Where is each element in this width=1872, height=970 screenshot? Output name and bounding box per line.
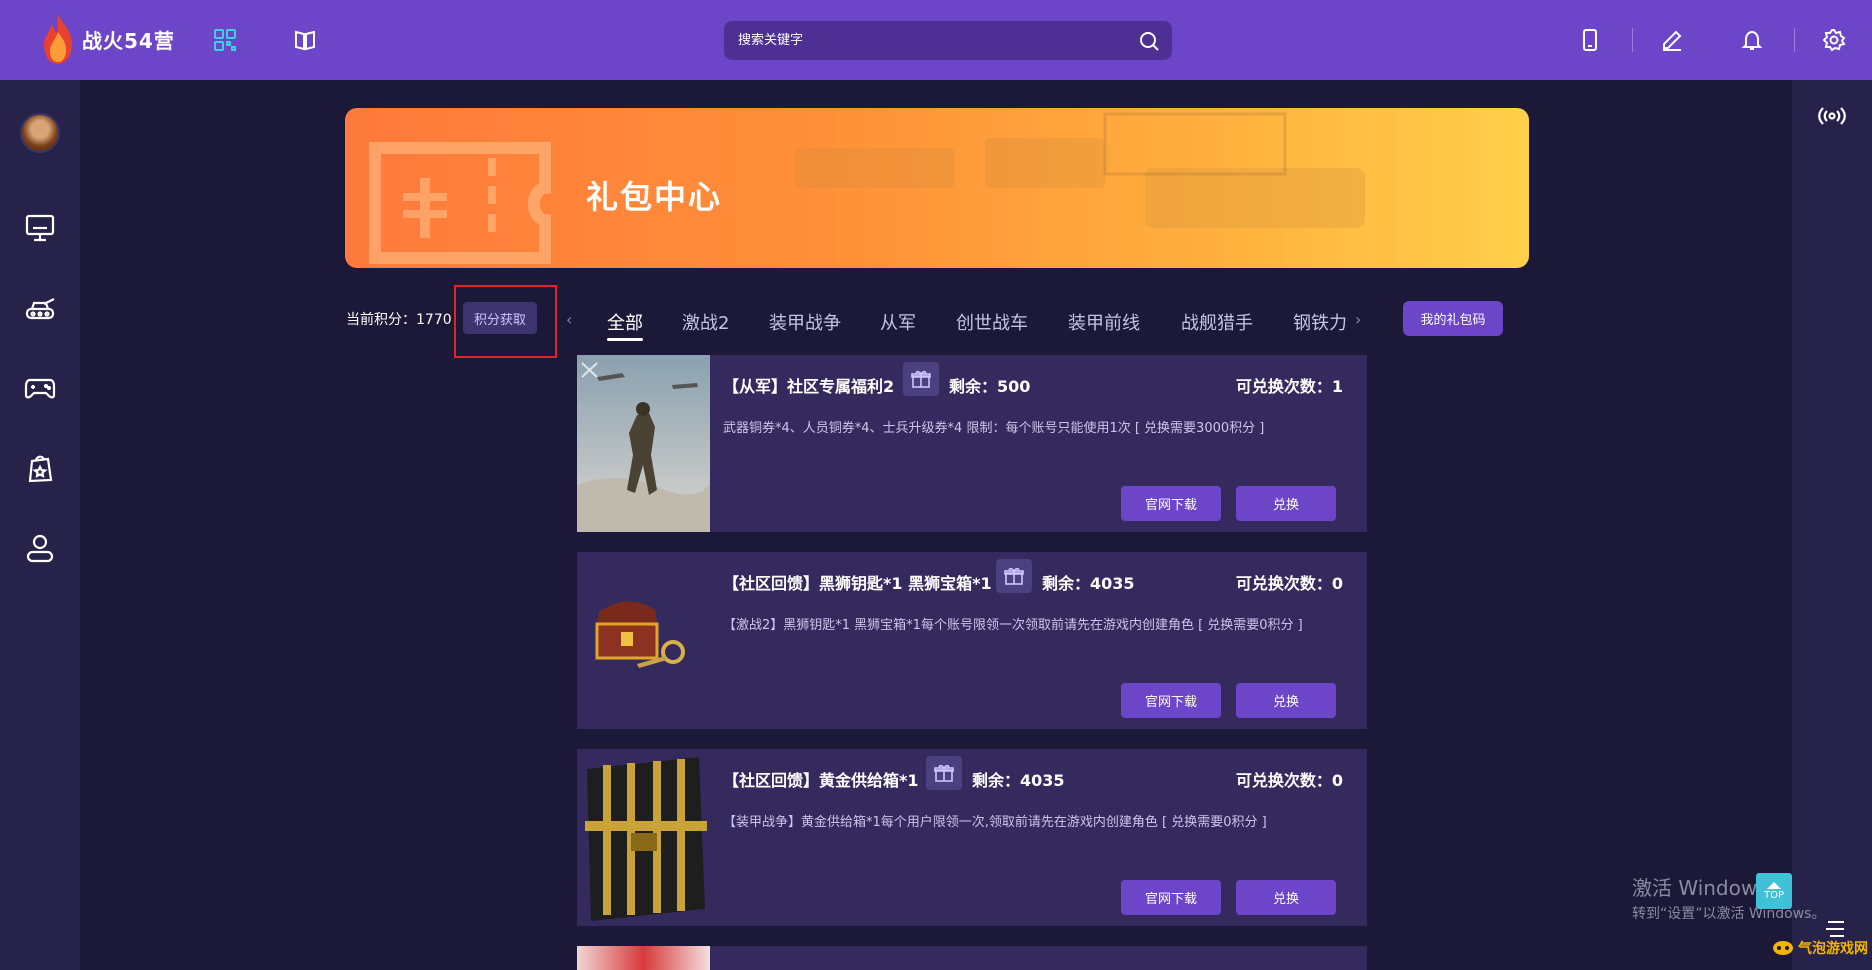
app-logo-text: 战火54营 [82, 28, 175, 53]
official-download-button[interactable]: 官网下载 [1121, 486, 1221, 521]
gift-title: 【从军】社区专属福利2 [723, 377, 895, 396]
gift-thumbnail-gold-crate [577, 749, 710, 926]
banner-title: 礼包中心 [586, 178, 723, 216]
official-download-button[interactable]: 官网下载 [1121, 880, 1221, 915]
search-icon[interactable] [1138, 30, 1160, 52]
redeemable-times: 可兑换次数：0 [1235, 574, 1343, 593]
gift-card-partial [577, 946, 1367, 970]
qr-code-icon[interactable] [211, 26, 239, 54]
my-gift-codes-button[interactable]: 我的礼包码 [1403, 301, 1503, 336]
gift-title: 【社区回馈】黑狮钥匙*1 黑狮宝箱*1 [723, 574, 992, 593]
flame-logo-icon [44, 14, 72, 64]
mobile-icon[interactable] [1576, 26, 1604, 54]
gift-thumbnail-chest-key [577, 552, 710, 729]
watermark-line2: 转到“设置”以激活 Windows。 [1632, 906, 1826, 922]
remaining-count: 剩余：500 [949, 377, 1031, 396]
bell-icon[interactable] [1738, 26, 1766, 54]
edit-icon[interactable] [1658, 26, 1686, 54]
gift-card: 【社区回馈】黄金供给箱*1 剩余：4035 可兑换次数：0 【装甲战争】黄金供给… [577, 749, 1367, 926]
app-logo[interactable]: 战火54营 [40, 12, 175, 66]
tank-icon[interactable] [20, 288, 60, 328]
remaining-count: 剩余：4035 [972, 771, 1065, 790]
gift-description: 武器铜券*4、人员铜券*4、士兵升级券*4 限制：每个账号只能使用1次 [ 兑换… [723, 421, 1265, 436]
divider [1794, 28, 1795, 52]
active-tab-indicator [607, 338, 643, 341]
menu-icon[interactable] [1824, 920, 1846, 938]
avatar[interactable] [20, 113, 60, 153]
redeemable-times: 可兑换次数：0 [1235, 771, 1343, 790]
divider [1632, 28, 1633, 52]
tab-enlisted[interactable]: 从军 [880, 309, 916, 335]
tabs-prev-arrow[interactable]: ‹ [566, 310, 572, 329]
tab-crossout[interactable]: 创世战车 [956, 309, 1028, 335]
back-to-top-label: TOP [1763, 890, 1784, 901]
gear-icon[interactable] [1820, 26, 1848, 54]
banner-decoration [369, 112, 1365, 264]
top-bar: 战火54营 [0, 0, 1872, 80]
site-watermark-logo: 气泡游戏网 [1772, 938, 1868, 958]
gift-icon [903, 362, 939, 396]
tab-armored-front[interactable]: 装甲前线 [1068, 309, 1140, 335]
windows-activation-watermark: 激活 Window 转到“设置”以激活 Windows。 [1632, 872, 1825, 923]
watermark-line1: 激活 Window [1632, 876, 1758, 900]
redeem-button[interactable]: 兑换 [1236, 683, 1336, 718]
gift-description: 【激战2】黑狮钥匙*1 黑狮宝箱*1每个账号限领一次领取前请先在游戏内创建角色 … [723, 618, 1303, 633]
gift-card: 【从军】社区专属福利2 剩余：500 可兑换次数：1 武器铜券*4、人员铜券*4… [577, 355, 1367, 532]
tab-guild-wars-2[interactable]: 激战2 [682, 309, 729, 335]
official-download-button[interactable]: 官网下载 [1121, 683, 1221, 718]
gift-thumbnail-partial [577, 946, 710, 970]
gamepad-icon[interactable] [20, 368, 60, 408]
right-sidebar [1792, 80, 1872, 970]
gift-title: 【社区回馈】黄金供给箱*1 [723, 771, 919, 790]
tab-all[interactable]: 全部 [607, 309, 643, 335]
gift-card: 【社区回馈】黑狮钥匙*1 黑狮宝箱*1 剩余：4035 可兑换次数：0 【激战2… [577, 552, 1367, 729]
broadcast-icon[interactable] [1812, 96, 1852, 136]
remaining-count: 剩余：4035 [1042, 574, 1135, 593]
redeem-button[interactable]: 兑换 [1236, 880, 1336, 915]
bubble-logo-icon [1773, 941, 1793, 955]
gift-description: 【装甲战争】黄金供给箱*1每个用户限领一次,领取前请先在游戏内创建角色 [ 兑换… [723, 815, 1267, 830]
gift-center-banner: 礼包中心 [345, 108, 1529, 268]
search-bar [724, 21, 1172, 60]
site-watermark-text: 气泡游戏网 [1798, 941, 1868, 957]
book-icon[interactable] [291, 26, 319, 54]
current-points-label: 当前积分：1770 [346, 312, 452, 328]
gift-icon [926, 756, 962, 790]
gift-icon [996, 559, 1032, 593]
back-to-top-button[interactable]: TOP [1756, 873, 1792, 909]
gift-bag-icon[interactable] [20, 448, 60, 488]
desktop-icon[interactable] [20, 208, 60, 248]
search-input[interactable] [738, 21, 1118, 60]
gift-thumbnail-soldier [577, 355, 710, 532]
tab-steel-force[interactable]: 钢铁力 [1293, 309, 1347, 335]
tab-armored-warfare[interactable]: 装甲战争 [769, 309, 841, 335]
redeemable-times: 可兑换次数：1 [1235, 377, 1343, 396]
tabs-next-arrow[interactable]: › [1355, 310, 1361, 329]
highlight-box [454, 285, 557, 358]
redeem-button[interactable]: 兑换 [1236, 486, 1336, 521]
arrow-up-icon [1767, 882, 1781, 889]
user-icon[interactable] [20, 528, 60, 568]
tab-warship-hunter[interactable]: 战舰猎手 [1181, 309, 1253, 335]
